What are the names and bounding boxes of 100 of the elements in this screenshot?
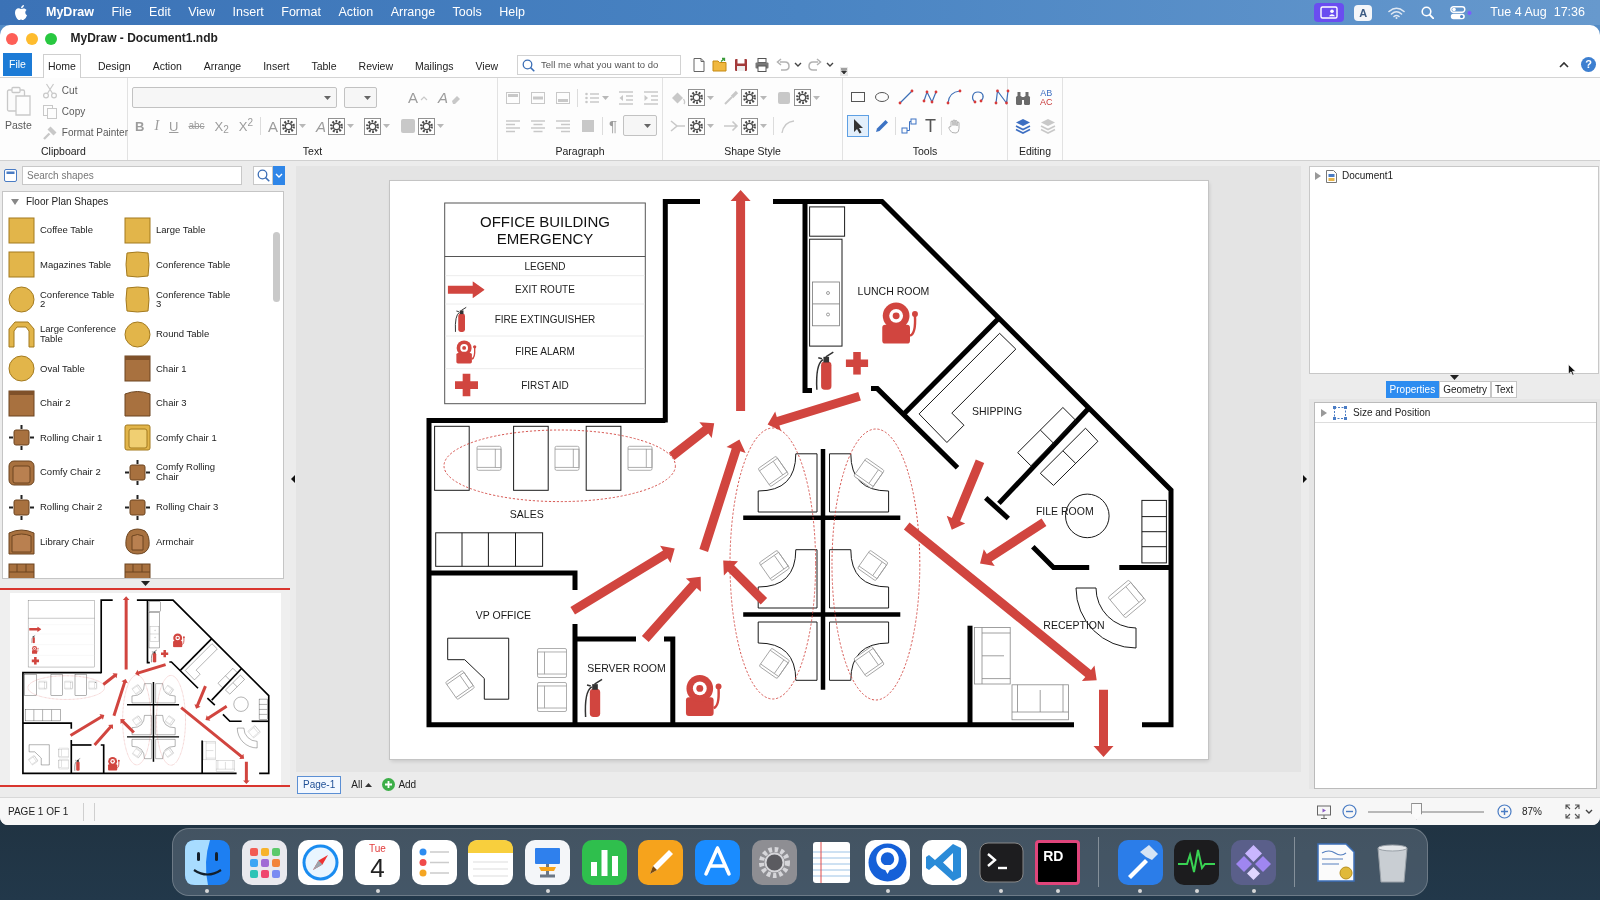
app-menu[interactable]: MyDraw — [46, 5, 94, 20]
shape-item[interactable]: Large Table — [124, 213, 240, 248]
toggle-switches-icon[interactable] — [1450, 5, 1473, 20]
print-button[interactable] — [754, 56, 771, 73]
menu-item[interactable]: Action — [338, 5, 374, 20]
input-source-button[interactable]: A — [1354, 4, 1373, 21]
shape-item[interactable]: Rolling Chair 2 — [8, 489, 124, 525]
notepad-icon[interactable] — [468, 839, 514, 885]
text-tool-button[interactable]: T — [922, 114, 939, 137]
close-button[interactable] — [6, 32, 18, 45]
location-pin-icon[interactable] — [865, 839, 911, 885]
wifi-icon[interactable] — [1388, 6, 1406, 19]
ribbon-tab[interactable]: Design — [92, 54, 136, 78]
menu-item[interactable]: Edit — [149, 5, 171, 20]
triangle-left-icon[interactable] — [291, 475, 295, 483]
category-header[interactable]: Floor Plan Shapes — [3, 192, 283, 212]
pointer-tool-button[interactable] — [847, 114, 869, 137]
shape-item[interactable]: Chair 3 — [124, 385, 240, 421]
ribbon-tab[interactable]: Review — [353, 54, 398, 78]
open-button[interactable] — [712, 56, 729, 73]
presentation-icon[interactable] — [1316, 803, 1332, 820]
ribbon-tab[interactable]: Insert — [258, 54, 295, 78]
menu-item[interactable]: Tools — [452, 5, 482, 20]
shape-item[interactable]: Conference Table 3 — [124, 282, 240, 317]
gear-icon[interactable] — [751, 839, 797, 885]
menu-item[interactable]: View — [188, 5, 215, 20]
zoom-out-icon[interactable] — [1342, 804, 1357, 819]
shape-item[interactable]: Comfy Chair 2 — [8, 455, 124, 490]
checklist-icon[interactable] — [411, 839, 457, 885]
page-thumbnail-drawing[interactable] — [10, 593, 281, 785]
ribbon-icon[interactable] — [921, 839, 967, 885]
calendar-button[interactable]: Tue 4 — [355, 839, 400, 885]
slider-thumb[interactable] — [1411, 802, 1423, 820]
contact-card-icon[interactable] — [1314, 3, 1345, 22]
shape-item[interactable]: Chair 1 — [124, 351, 240, 386]
ribbon-tab[interactable]: Home — [42, 54, 81, 78]
shape-item[interactable]: Comfy Chair 1 — [124, 420, 240, 456]
menu-item[interactable]: Arrange — [390, 5, 436, 20]
menu-item[interactable]: Format — [281, 5, 321, 20]
new-document-button[interactable] — [691, 56, 708, 73]
chevron-up-icon[interactable] — [1559, 61, 1569, 68]
shape-item[interactable]: Coffee Table — [8, 213, 124, 248]
terminal-icon[interactable] — [978, 839, 1024, 885]
shape-item[interactable]: Chair 2 — [8, 385, 124, 421]
compass-icon[interactable] — [298, 839, 344, 885]
pen-icon[interactable] — [638, 839, 684, 885]
zoom-in-icon[interactable] — [1497, 804, 1512, 819]
podium-icon[interactable] — [525, 839, 571, 885]
search-icon[interactable] — [1421, 6, 1435, 19]
shape-item[interactable]: Conference Table 2 — [8, 282, 124, 317]
search-field[interactable]: Search shapes — [22, 166, 242, 185]
diamond-shapes-icon[interactable] — [1231, 839, 1276, 885]
panel-tab[interactable]: Geometry — [1439, 381, 1492, 398]
help-button[interactable]: ? — [1581, 57, 1596, 72]
menu-item[interactable]: Insert — [232, 5, 264, 20]
triangle-right-icon[interactable] — [1303, 475, 1307, 483]
property-section[interactable]: Size and Position — [1315, 403, 1596, 423]
shape-item[interactable]: Library Chair — [8, 524, 124, 559]
ribbon-tab[interactable]: Action — [147, 54, 187, 78]
hammer-icon[interactable] — [1117, 839, 1163, 885]
menu-item[interactable]: File — [111, 5, 132, 20]
all-pages-button[interactable]: All — [351, 779, 373, 790]
connector-tool-button[interactable] — [898, 115, 920, 136]
file-tab[interactable]: File — [3, 53, 32, 76]
apple-logo-icon[interactable] — [14, 4, 28, 21]
ribbon-tab[interactable]: Mailings — [410, 54, 459, 78]
add-page-button[interactable]: Add — [382, 778, 417, 791]
shape-item[interactable]: Rolling Chair 3 — [124, 489, 240, 525]
triangle-down-icon[interactable] — [1450, 375, 1459, 380]
panel-toggle-icon[interactable] — [4, 169, 17, 182]
bar-chart-icon[interactable] — [581, 839, 627, 885]
letter-tile-button[interactable]: RD — [1035, 839, 1081, 885]
ribbon-tab[interactable]: View — [470, 54, 504, 78]
shape-item[interactable]: Large Conference Table — [8, 316, 124, 352]
replace-button[interactable]: AB AC — [1037, 88, 1056, 108]
shape-item[interactable]: Comfy Rolling Chair — [124, 455, 240, 490]
fit-to-window-icon[interactable] — [1565, 804, 1580, 819]
triangle-down-icon[interactable] — [140, 581, 150, 586]
ribbon-tab[interactable]: Arrange — [198, 54, 247, 78]
smiling-face-icon[interactable] — [184, 839, 230, 885]
tell-me-field[interactable]: Tell me what you want to do — [517, 55, 682, 75]
save-button[interactable] — [733, 56, 750, 73]
letter-a-icon[interactable] — [695, 839, 741, 885]
tell-me-input[interactable]: Tell me what you want to do — [541, 59, 677, 71]
chevron-down-icon[interactable] — [1585, 808, 1593, 815]
shape-item[interactable]: Rolling Chair 1 — [8, 420, 124, 456]
menu-item[interactable]: Help — [499, 5, 525, 20]
shape-item[interactable]: Round Table — [124, 316, 240, 352]
pulse-graph-icon[interactable] — [1174, 839, 1220, 885]
panel-tab[interactable]: Text — [1491, 381, 1518, 398]
overflow-menu-icon[interactable] — [840, 67, 849, 76]
page-tab[interactable]: Page-1 — [297, 775, 342, 794]
shape-item[interactable]: Conference Table — [124, 247, 240, 283]
ribbon-tab[interactable]: Table — [306, 54, 342, 78]
tree-item[interactable]: Document1 — [1315, 169, 1598, 183]
scrollbar-thumb[interactable] — [273, 232, 280, 302]
shape-item[interactable]: Oval Table — [8, 351, 124, 386]
search-options-button[interactable] — [273, 166, 285, 185]
search-button[interactable] — [253, 166, 273, 185]
shape-item[interactable]: Magazines Table — [8, 247, 124, 283]
